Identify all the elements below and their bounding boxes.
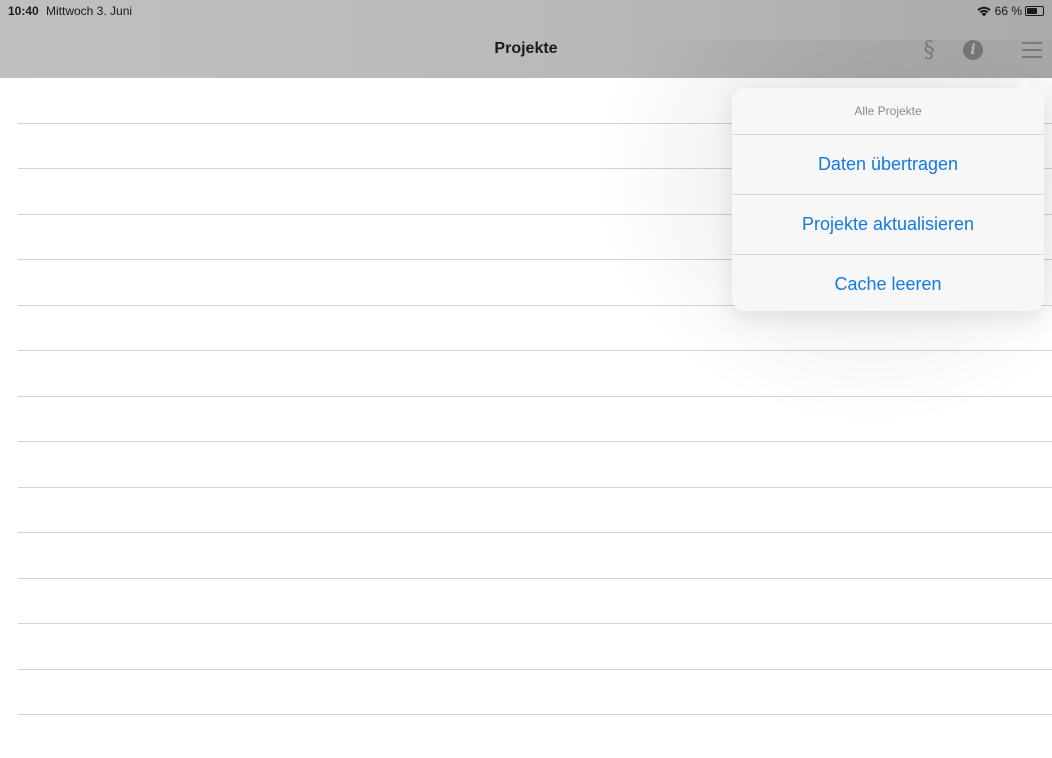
list-item — [18, 579, 1052, 624]
popover-menu: Alle Projekte Daten übertragen Projekte … — [732, 80, 1044, 314]
menu-icon[interactable] — [1020, 38, 1044, 62]
list-item — [18, 351, 1052, 397]
daten-uebertragen-button[interactable]: Daten übertragen — [732, 135, 1044, 195]
battery-icon — [1025, 6, 1044, 16]
menu-icon-bar — [1022, 56, 1042, 58]
list-item — [18, 442, 1052, 488]
paragraph-icon[interactable]: § — [918, 38, 940, 63]
navigation-bar: 10:40 Mittwoch 3. Juni 66 % Projekte § i — [0, 0, 1052, 78]
list-item — [18, 397, 1052, 442]
battery-level-fill — [1027, 8, 1037, 14]
info-icon[interactable]: i — [961, 38, 985, 62]
list-item — [18, 488, 1052, 533]
wifi-icon — [977, 6, 991, 17]
cache-leeren-button[interactable]: Cache leeren — [732, 255, 1044, 314]
list-item — [18, 533, 1052, 579]
projekte-aktualisieren-button[interactable]: Projekte aktualisieren — [732, 195, 1044, 255]
status-bar: 10:40 Mittwoch 3. Juni 66 % — [0, 0, 1052, 22]
page-title: Projekte — [494, 40, 558, 57]
status-time: 10:40 — [8, 4, 39, 18]
list-item — [18, 624, 1052, 670]
popover-arrow — [1016, 80, 1034, 89]
menu-icon-bar — [1022, 42, 1042, 44]
menu-icon-bar — [1022, 49, 1042, 51]
popover-header: Alle Projekte — [732, 88, 1044, 135]
status-date: Mittwoch 3. Juni — [46, 4, 133, 18]
list-item — [18, 670, 1052, 715]
info-icon-glyph: i — [963, 40, 983, 60]
status-indicators: 66 % — [976, 3, 1044, 19]
battery-percent: 66 % — [994, 4, 1022, 18]
